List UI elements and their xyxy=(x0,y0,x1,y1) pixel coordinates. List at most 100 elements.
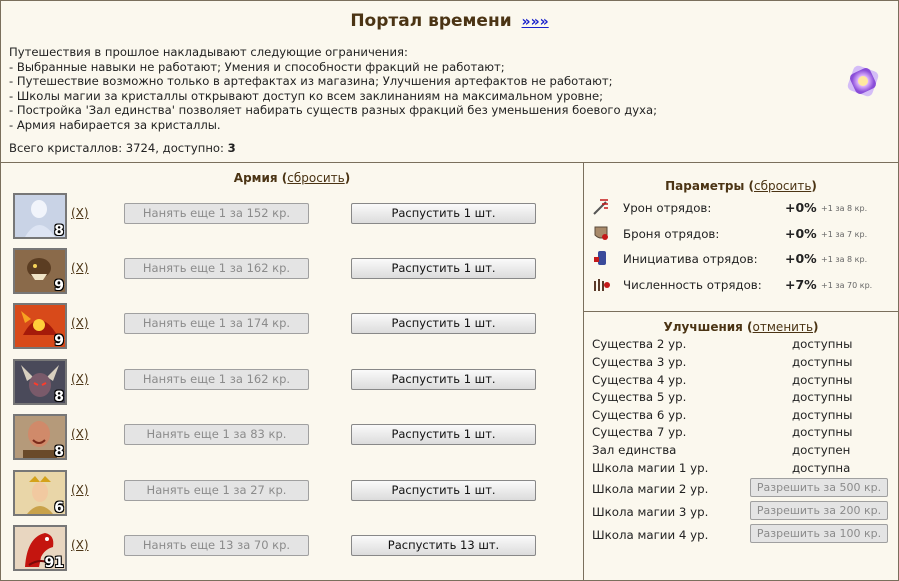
upgrade-name: Существа 3 ур. xyxy=(592,355,687,369)
unit-row: 91 (X) Нанять еще 13 за 70 кр. Распустит… xyxy=(13,525,553,571)
upgrade-row: Школа магии 1 ур. доступна xyxy=(592,461,892,479)
hire-button[interactable]: Нанять еще 1 за 174 кр. xyxy=(124,313,309,334)
upgrade-name: Существа 6 ур. xyxy=(592,408,687,422)
hire-button[interactable]: Нанять еще 1 за 162 кр. xyxy=(124,369,309,390)
unit-count: 8 xyxy=(54,223,64,239)
restriction-line: - Путешествие возможно только в артефакт… xyxy=(9,74,613,89)
unit-remove-link[interactable]: (X) xyxy=(71,206,89,220)
params-reset-link[interactable]: сбросить xyxy=(754,179,811,193)
sword-damage-icon xyxy=(593,199,608,215)
restrictions-intro: Путешествия в прошлое накладывают следую… xyxy=(9,45,408,59)
dismiss-button[interactable]: Распустить 1 шт. xyxy=(351,480,536,501)
unit-remove-link[interactable]: (X) xyxy=(71,261,89,275)
param-cost-note: +1 за 8 кр. xyxy=(821,255,868,264)
crystals-status: Всего кристаллов: 3724, доступно: 3 xyxy=(9,141,236,155)
allow-magic-button[interactable]: Разрешить за 500 кр. xyxy=(750,478,888,497)
crowned-woman-icon: 6 xyxy=(13,470,67,516)
upgrade-row: Существа 4 ур. доступны xyxy=(592,373,892,391)
hire-button[interactable]: Нанять еще 1 за 27 кр. xyxy=(124,480,309,501)
restriction-line: - Армия набирается за кристаллы. xyxy=(9,117,221,132)
info-section: Портал времени »»» Путешествия в прошлое… xyxy=(1,1,898,163)
hire-button[interactable]: Нанять еще 1 за 83 кр. xyxy=(124,424,309,445)
dismiss-button[interactable]: Распустить 1 шт. xyxy=(351,424,536,445)
army-title: Армия xyxy=(233,171,278,185)
hire-button[interactable]: Нанять еще 1 за 152 кр. xyxy=(124,203,309,224)
upgrade-name: Существа 5 ур. xyxy=(592,390,687,404)
brown-beast-icon: 9 xyxy=(13,248,67,294)
dismiss-button[interactable]: Распустить 1 шт. xyxy=(351,313,536,334)
hire-button[interactable]: Нанять еще 13 за 70 кр. xyxy=(124,535,309,556)
allow-magic-button[interactable]: Разрешить за 100 кр. xyxy=(750,524,888,543)
param-label: Инициатива отрядов: xyxy=(623,252,758,266)
params-header: Параметры (сбросить) xyxy=(665,179,817,193)
upgrade-name: Школа магии 2 ур. xyxy=(592,482,709,496)
crystals-label: Всего кристаллов: 3724, доступно: xyxy=(9,141,224,155)
unit-count: 9 xyxy=(54,278,64,294)
upgrade-name: Зал единства xyxy=(592,443,677,457)
upgrade-state: доступны xyxy=(792,425,853,439)
upgrade-state: доступны xyxy=(792,373,853,387)
unit-remove-link[interactable]: (X) xyxy=(71,538,89,552)
upgrade-row: Существа 2 ур. доступны xyxy=(592,337,892,355)
upgrades-section: Улучшения (отменить) Существа 2 ур. досту… xyxy=(584,312,898,580)
dismiss-button[interactable]: Распустить 13 шт. xyxy=(351,535,536,556)
unit-remove-link[interactable]: (X) xyxy=(71,372,89,386)
dismiss-button[interactable]: Распустить 1 шт. xyxy=(351,258,536,279)
param-row: Численность отрядов: +7% +1 за 70 кр. xyxy=(592,275,892,297)
unit-row: 9 (X) Нанять еще 1 за 162 кр. Распустить… xyxy=(13,248,553,294)
upgrade-name: Существа 4 ур. xyxy=(592,373,687,387)
army-reset-link[interactable]: сбросить xyxy=(287,171,344,185)
param-row: Урон отрядов: +0% +1 за 8 кр. xyxy=(592,198,892,220)
armor-icon xyxy=(594,226,608,240)
upgrade-row: Существа 5 ур. доступны xyxy=(592,390,892,408)
allow-magic-button[interactable]: Разрешить за 200 кр. xyxy=(750,501,888,520)
hire-button[interactable]: Нанять еще 1 за 162 кр. xyxy=(124,258,309,279)
upgrade-state: доступны xyxy=(792,355,853,369)
upgrades-cancel-link[interactable]: отменить xyxy=(753,320,813,334)
unit-remove-link[interactable]: (X) xyxy=(71,483,89,497)
param-label: Численность отрядов: xyxy=(623,278,762,292)
troops-count-icon xyxy=(594,279,610,291)
unit-remove-link[interactable]: (X) xyxy=(71,427,89,441)
title-link[interactable]: »»» xyxy=(522,14,549,30)
pale-figure-icon: 8 xyxy=(13,193,67,239)
unit-row: 9 (X) Нанять еще 1 за 174 кр. Распустить… xyxy=(13,303,553,349)
param-value: +7% xyxy=(785,277,817,292)
magic-school-row: Школа магии 2 ур. Разрешить за 500 кр. xyxy=(592,478,892,500)
unit-count: 6 xyxy=(54,500,64,516)
param-cost-note: +1 за 7 кр. xyxy=(821,230,868,239)
upgrade-state: доступны xyxy=(792,390,853,404)
portal-frame: Портал времени »»» Путешествия в прошлое… xyxy=(0,0,899,581)
restrictions-text: Путешествия в прошлое накладывают следую… xyxy=(9,45,657,133)
unit-row: 8 (X) Нанять еще 1 за 162 кр. Распустить… xyxy=(13,359,553,405)
unit-count: 9 xyxy=(54,333,64,349)
upgrade-state: доступны xyxy=(792,408,853,422)
dismiss-button[interactable]: Распустить 1 шт. xyxy=(351,203,536,224)
unit-count: 8 xyxy=(54,389,64,405)
param-label: Броня отрядов: xyxy=(623,227,720,241)
page-title: Портал времени »»» xyxy=(1,11,898,31)
param-row: Инициатива отрядов: +0% +1 за 8 кр. xyxy=(592,249,892,271)
upgrade-name: Школа магии 3 ур. xyxy=(592,505,709,519)
crystals-available: 3 xyxy=(227,141,236,155)
upgrade-row: Зал единства доступен xyxy=(592,443,892,461)
upgrade-state: доступны xyxy=(792,337,853,351)
red-dragon-icon: 9 xyxy=(13,303,67,349)
unit-row: 6 (X) Нанять еще 1 за 27 кр. Распустить … xyxy=(13,470,553,516)
unit-remove-link[interactable]: (X) xyxy=(71,316,89,330)
param-row: Броня отрядов: +0% +1 за 7 кр. xyxy=(592,224,892,246)
dismiss-button[interactable]: Распустить 1 шт. xyxy=(351,369,536,390)
params-section: Параметры (сбросить) Урон отрядов: +0% +… xyxy=(584,163,898,312)
title-text: Портал времени xyxy=(350,11,512,31)
red-horse-icon: 91 xyxy=(13,525,67,571)
bald-warrior-icon: 8 xyxy=(13,414,67,460)
param-value: +0% xyxy=(785,251,817,266)
upgrade-name: Существа 2 ур. xyxy=(592,337,687,351)
upgrades-header: Улучшения (отменить) xyxy=(663,320,819,334)
unit-row: 8 (X) Нанять еще 1 за 83 кр. Распустить … xyxy=(13,414,553,460)
upgrade-state: доступна xyxy=(792,461,851,475)
params-title: Параметры xyxy=(665,179,745,193)
restriction-line: - Школы магии за кристаллы открывают дос… xyxy=(9,88,603,103)
unit-count: 91 xyxy=(44,555,64,571)
horned-demon-icon: 8 xyxy=(13,359,67,405)
